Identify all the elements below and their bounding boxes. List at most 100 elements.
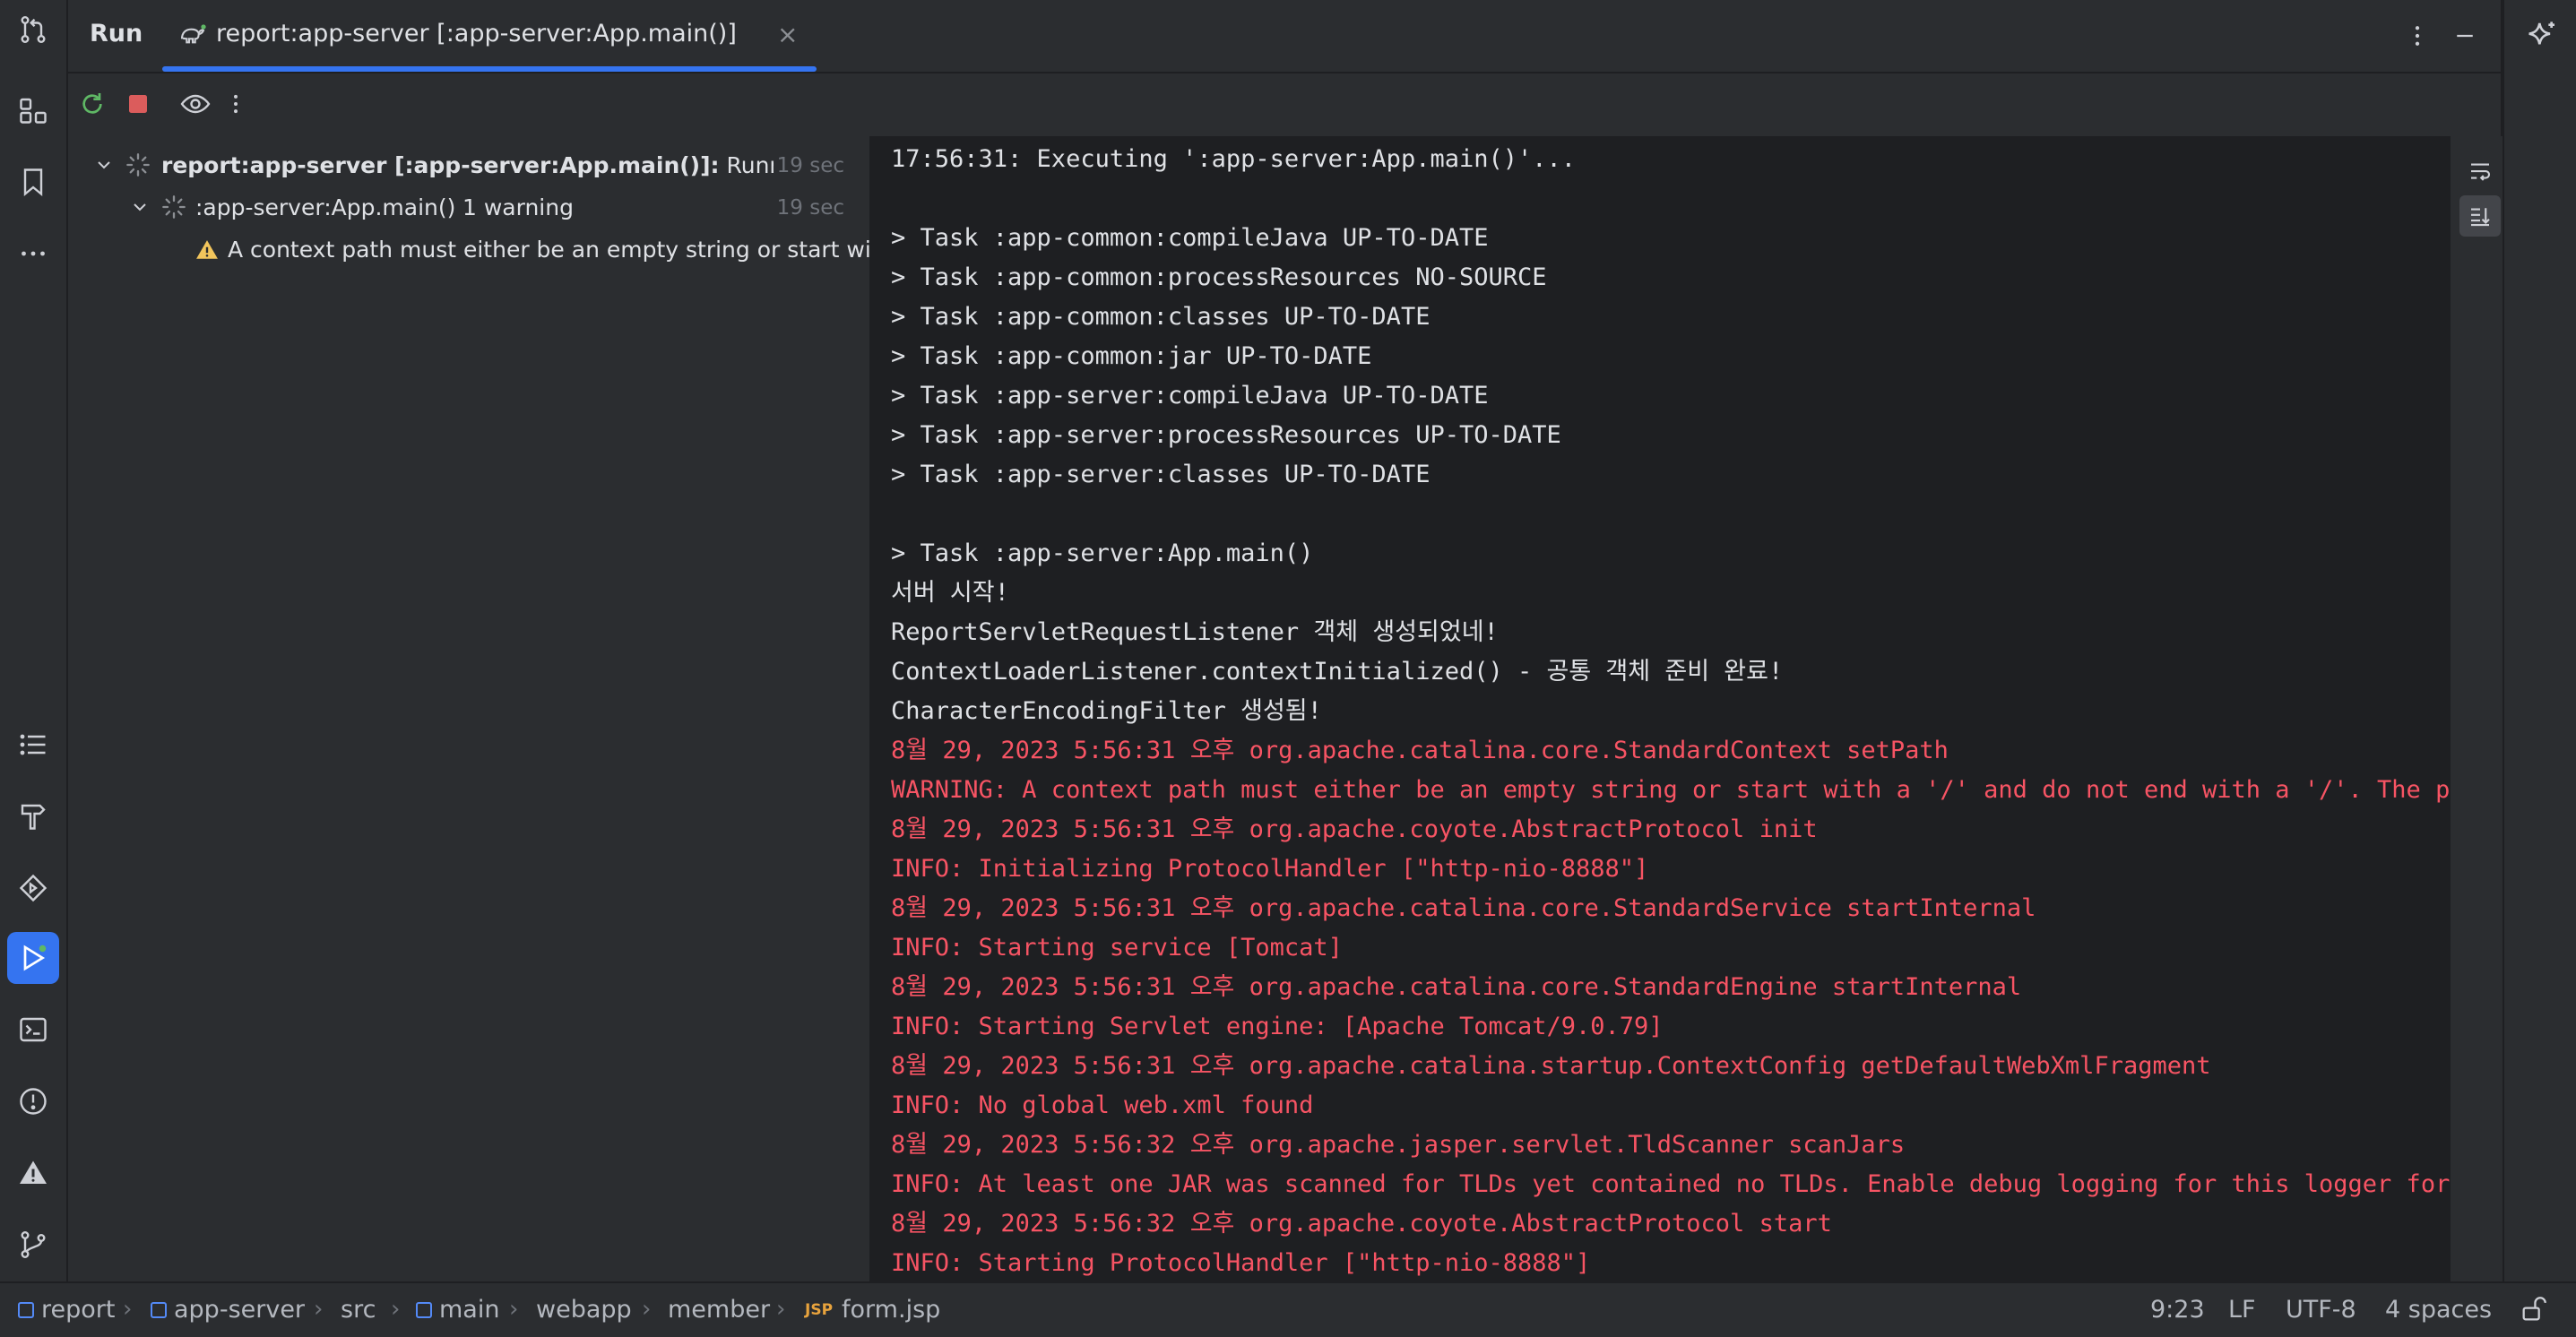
console-line: > Task :app-server:compileJava UP-TO-DAT… (891, 382, 1489, 410)
breadcrumb-separator: › (123, 1296, 133, 1323)
minimize-icon[interactable] (2447, 18, 2483, 54)
chevron-down-icon[interactable] (129, 196, 151, 218)
console-line: 8월 29, 2023 5:56:31 오후 org.apache.coyote… (891, 815, 1818, 843)
console-line: > Task :app-server:App.main() (891, 539, 1314, 567)
tab-run-configuration[interactable]: report:app-server [:app-server:App.main(… (162, 0, 817, 72)
tree-app-main-label: :app-server:App.main() (195, 194, 456, 220)
tree-warning-text: A context path must either be an empty s… (228, 237, 869, 263)
breadcrumb-label: form.jsp (842, 1296, 941, 1324)
rerun-icon[interactable] (73, 84, 112, 124)
git-branch-icon[interactable] (7, 1219, 59, 1271)
status-bar: report › app-server › src › main › webap… (0, 1281, 2576, 1337)
breadcrumb-label: app-server (174, 1296, 306, 1324)
problems-icon[interactable] (7, 1075, 59, 1127)
console-line: > Task :app-common:compileJava UP-TO-DAT… (891, 224, 1489, 252)
tab-close-icon[interactable]: × (777, 20, 798, 49)
console-line: > Task :app-common:classes UP-TO-DATE (891, 303, 1431, 331)
breadcrumb-separator: › (391, 1296, 401, 1323)
breadcrumb-label: webapp (536, 1296, 632, 1324)
breadcrumb-separator: › (509, 1296, 519, 1323)
console-line: 8월 29, 2023 5:56:31 오후 org.apache.catali… (891, 1052, 2211, 1080)
tree-row-warning[interactable]: A context path must either be an empty s… (68, 229, 869, 269)
console-line: 서버 시작! (891, 579, 1009, 607)
bookmarks-icon[interactable] (7, 156, 59, 208)
breadcrumb-label: main (439, 1296, 500, 1324)
breadcrumb-main[interactable]: main (416, 1296, 499, 1324)
breadcrumb-separator: › (776, 1296, 786, 1323)
gradle-elephant-icon (178, 20, 207, 48)
console-line: > Task :app-common:processResources NO-S… (891, 263, 1547, 291)
breadcrumb-webapp[interactable]: webapp (536, 1296, 632, 1324)
warning-triangle-icon (195, 238, 219, 262)
breadcrumb-member[interactable]: member (668, 1296, 770, 1324)
console-output[interactable]: 17:56:31: Executing ':app-server:App.mai… (871, 136, 2511, 1281)
view-options-eye-icon[interactable] (176, 84, 215, 124)
jsp-file-icon: JSP (805, 1300, 834, 1319)
run-tool-icon[interactable] (7, 932, 59, 984)
console-line: ContextLoaderListener.contextInitialized… (891, 658, 1784, 686)
terminal-icon[interactable] (7, 1004, 59, 1056)
toolbar-more-icon[interactable] (216, 84, 255, 124)
tree-row-app-main[interactable]: :app-server:App.main() 1 warning 19 sec (68, 187, 869, 227)
stop-icon[interactable] (118, 84, 158, 124)
tree-app-main-time: 19 sec (776, 196, 844, 220)
ai-assistant-sparkle-icon[interactable] (2515, 11, 2567, 63)
options-kebab-icon[interactable] (2399, 18, 2435, 54)
console-line: > Task :app-server:processResources UP-T… (891, 421, 1561, 449)
chevron-down-icon[interactable] (93, 154, 115, 176)
left-tool-strip (0, 0, 68, 1281)
breadcrumb-separator: › (642, 1296, 652, 1323)
console-line: INFO: Starting Servlet engine: [Apache T… (891, 1013, 1664, 1040)
console-line: > Task :app-server:classes UP-TO-DATE (891, 461, 1431, 488)
active-tab-indicator (162, 66, 817, 72)
running-spinner-icon (125, 152, 151, 177)
warnings-icon[interactable] (7, 1147, 59, 1199)
caret-position[interactable]: 9:23 (2150, 1296, 2205, 1324)
breadcrumb-report[interactable]: report (18, 1296, 115, 1324)
pull-requests-icon[interactable] (7, 4, 59, 56)
indent-setting[interactable]: 4 spaces (2385, 1296, 2492, 1324)
console-line: WARNING: A context path must either be a… (891, 776, 2468, 804)
console-line: 17:56:31: Executing ':app-server:App.mai… (891, 145, 1577, 173)
tool-window-header: Run report:app-server [:app-server:App.m… (68, 0, 2501, 73)
breadcrumb-separator: › (314, 1296, 324, 1323)
more-tools-icon[interactable] (7, 228, 59, 280)
console-lines: 17:56:31: Executing ':app-server:App.mai… (891, 140, 2468, 1281)
unlock-icon[interactable] (2519, 1294, 2549, 1324)
module-icon (18, 1301, 34, 1318)
console-line: 8월 29, 2023 5:56:31 오후 org.apache.catali… (891, 894, 2036, 922)
services-icon[interactable] (7, 862, 59, 914)
console-line: INFO: Starting ProtocolHandler ["http-ni… (891, 1249, 1591, 1277)
console-line: INFO: At least one JAR was scanned for T… (891, 1170, 2468, 1198)
run-title: Run (90, 20, 143, 47)
breadcrumb-app-server[interactable]: app-server (151, 1296, 305, 1324)
tree-warning-count: 1 warning (462, 194, 574, 220)
tab-label: report:app-server [:app-server:App.main(… (216, 20, 737, 47)
tree-root-label: report:app-server [:app-server:App.main(… (161, 152, 720, 178)
tree-row-root[interactable]: report:app-server [:app-server:App.main(… (68, 145, 869, 185)
scroll-to-end-icon[interactable] (2459, 195, 2501, 237)
file-encoding[interactable]: UTF-8 (2286, 1296, 2356, 1324)
todo-list-icon[interactable] (7, 719, 59, 771)
soft-wrap-icon[interactable] (2459, 151, 2501, 192)
breadcrumb-form-jsp[interactable]: JSP form.jsp (805, 1296, 940, 1324)
run-results-tree: report:app-server [:app-server:App.main(… (68, 136, 869, 1281)
breadcrumb-label: report (41, 1296, 116, 1324)
breadcrumb-src[interactable]: src (341, 1296, 376, 1324)
console-line: INFO: Initializing ProtocolHandler ["htt… (891, 855, 1649, 883)
console-line: INFO: No global web.xml found (891, 1091, 1314, 1119)
build-hammer-icon[interactable] (7, 790, 59, 842)
breadcrumb-label: src (341, 1296, 376, 1324)
structure-icon[interactable] (7, 84, 59, 136)
folder-icon (416, 1301, 432, 1318)
tree-root-text: report:app-server [:app-server:App.main(… (161, 152, 838, 178)
console-line: 8월 29, 2023 5:56:32 오후 org.apache.coyote… (891, 1210, 1832, 1238)
console-line: ReportServletRequestListener 객체 생성되었네! (891, 618, 1499, 646)
line-separator[interactable]: LF (2228, 1296, 2256, 1324)
console-line: 8월 29, 2023 5:56:32 오후 org.apache.jasper… (891, 1131, 1906, 1159)
module-icon (151, 1301, 167, 1318)
console-line: INFO: Starting service [Tomcat] (891, 934, 1343, 962)
run-toolbar (68, 73, 2501, 136)
